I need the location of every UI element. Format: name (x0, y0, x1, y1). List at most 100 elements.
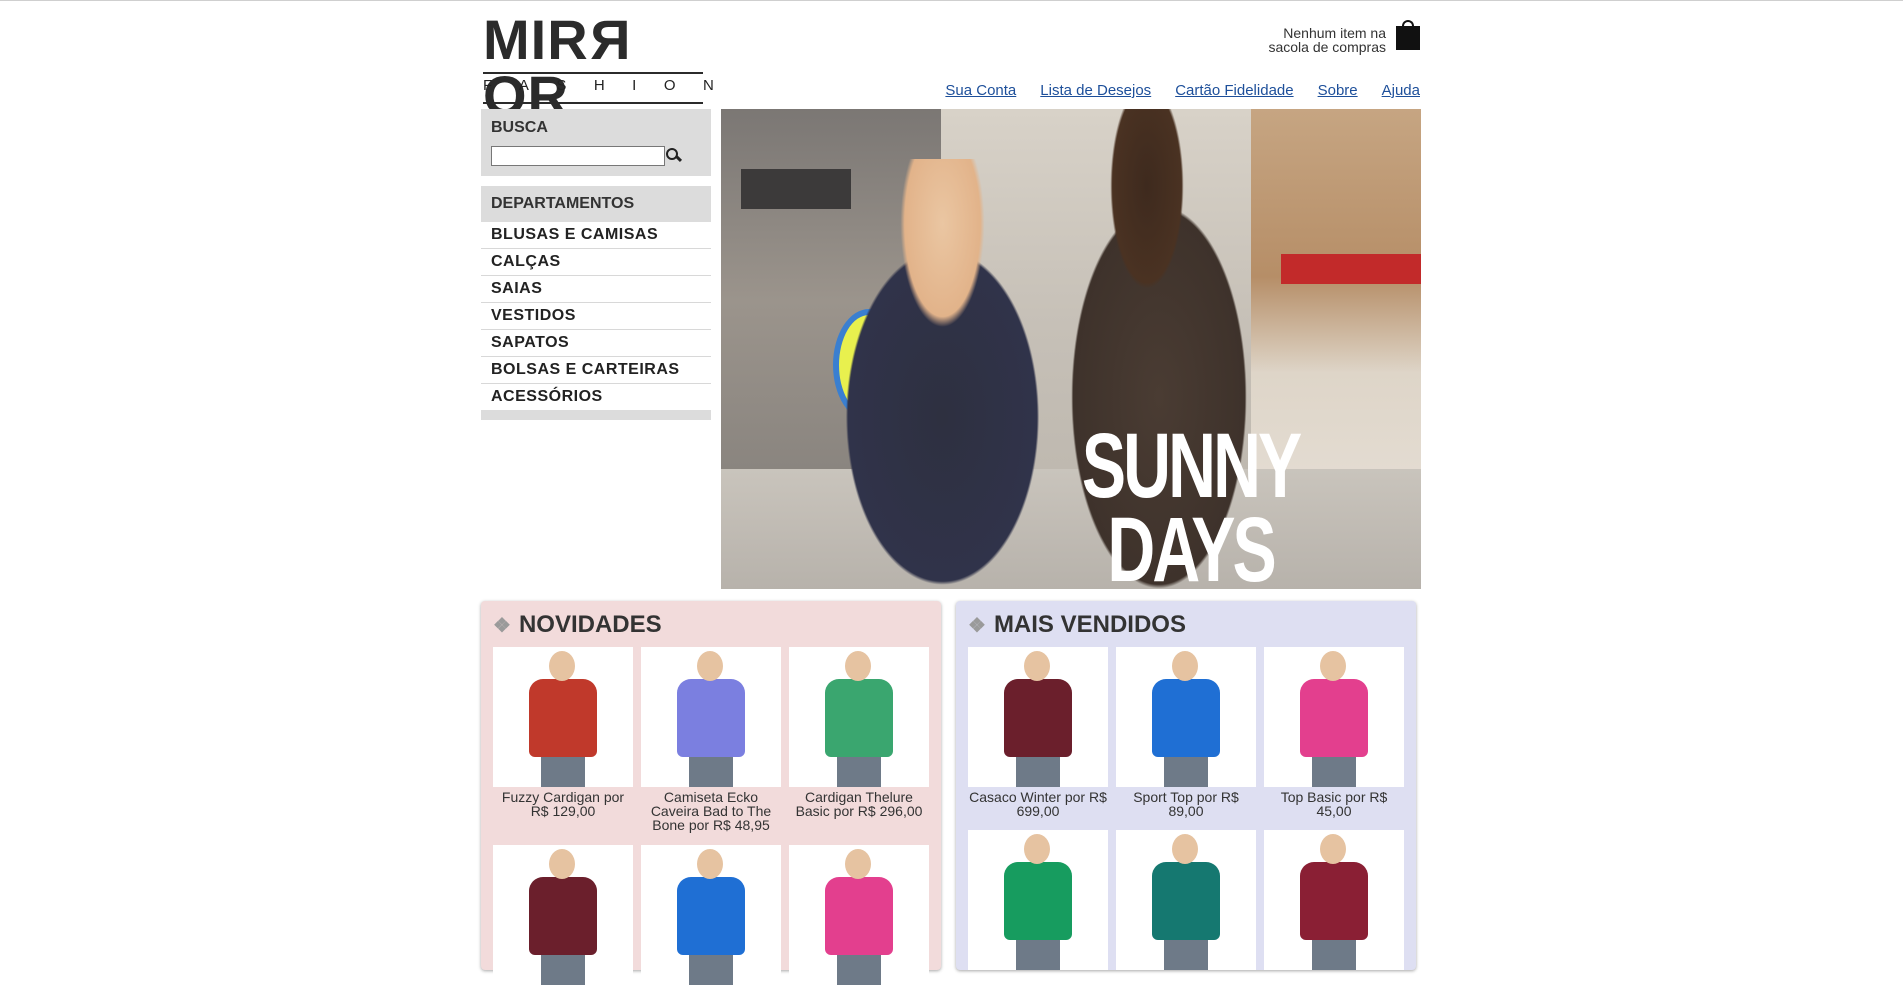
logo-divider (483, 72, 703, 74)
search-icon[interactable] (664, 145, 684, 167)
banner-headline-line-1: SUNNY (1081, 415, 1302, 517)
product-figure (641, 845, 781, 985)
product-card[interactable] (1264, 830, 1404, 970)
model-head (1172, 834, 1198, 864)
department-item-saias[interactable]: SAIAS (481, 276, 711, 303)
model-legs (1312, 755, 1356, 787)
product-figure (493, 845, 633, 985)
mais-vendidos-title: ❖ MAIS VENDIDOS (968, 611, 1186, 639)
model-head (549, 849, 575, 879)
model-head (697, 849, 723, 879)
nav-link-sobre[interactable]: Sobre (1318, 82, 1358, 99)
garment-shape (529, 679, 597, 757)
page-container: MIRROR FASHION Nenhum item na sacola de … (481, 0, 1422, 985)
product-card[interactable] (641, 845, 781, 985)
model-head (1172, 651, 1198, 681)
nav-link-ajuda[interactable]: Ajuda (1382, 82, 1420, 99)
model-legs (1164, 938, 1208, 970)
departments-menu: DEPARTAMENTOS BLUSAS E CAMISAS CALÇAS SA… (481, 186, 711, 420)
novidades-title-text: NOVIDADES (518, 611, 662, 638)
garment-shape (1152, 862, 1220, 940)
product-card[interactable]: Cardigan Thelure Basic por R$ 296,00 (789, 647, 929, 818)
garment-shape (1004, 679, 1072, 757)
product-card[interactable] (968, 830, 1108, 970)
product-image[interactable] (493, 647, 633, 787)
logo-sub-text: FASHION (483, 77, 742, 94)
model-head (845, 651, 871, 681)
model-head (1024, 651, 1050, 681)
product-figure (641, 647, 781, 787)
product-caption[interactable]: Fuzzy Cardigan por R$ 129,00 (493, 790, 633, 818)
product-image[interactable] (1264, 830, 1404, 970)
novidades-panel: ❖ NOVIDADES Fuzzy Cardigan por R$ 129,00… (481, 601, 941, 985)
garment-shape (1152, 679, 1220, 757)
product-card[interactable]: Top Basic por R$ 45,00 (1264, 647, 1404, 818)
novidades-title: ❖ NOVIDADES (493, 611, 662, 639)
nav-link-sua-conta[interactable]: Sua Conta (945, 82, 1016, 99)
bag-status-line-2: sacola de compras (1268, 39, 1386, 55)
model-head (549, 651, 575, 681)
department-item-acessorios[interactable]: ACESSÓRIOS (481, 384, 711, 410)
product-image[interactable] (1264, 647, 1404, 787)
mais-vendidos-panel: ❖ MAIS VENDIDOS Casaco Winter por R$ 699… (956, 601, 1416, 970)
model-head (1320, 651, 1346, 681)
model-legs (1016, 755, 1060, 787)
product-image[interactable] (789, 647, 929, 787)
model-legs (689, 953, 733, 985)
product-figure (1264, 830, 1404, 970)
department-item-calcas[interactable]: CALÇAS (481, 249, 711, 276)
model-legs (837, 755, 881, 787)
department-item-sapatos[interactable]: SAPATOS (481, 330, 711, 357)
bag-status-text: Nenhum item na sacola de compras (1268, 26, 1386, 54)
model-legs (689, 755, 733, 787)
nav-link-lista-de-desejos[interactable]: Lista de Desejos (1040, 82, 1151, 99)
product-image[interactable] (789, 845, 929, 985)
product-card[interactable]: Camiseta Ecko Caveira Bad to The Bone po… (641, 647, 781, 832)
product-caption[interactable]: Top Basic por R$ 45,00 (1264, 790, 1404, 818)
product-figure (1116, 647, 1256, 787)
product-figure (1264, 647, 1404, 787)
product-caption[interactable]: Casaco Winter por R$ 699,00 (968, 790, 1108, 818)
product-image[interactable] (968, 647, 1108, 787)
product-image[interactable] (968, 830, 1108, 970)
garment-shape (1300, 679, 1368, 757)
product-card[interactable] (493, 845, 633, 985)
hero-banner[interactable]: SUNNY DAYS (721, 109, 1421, 589)
search-box: BUSCA (481, 109, 711, 176)
product-image[interactable] (1116, 647, 1256, 787)
brand-logo[interactable]: MIRROR FASHION (483, 8, 742, 124)
shopping-bag-widget[interactable]: Nenhum item na sacola de compras (1268, 18, 1420, 54)
model-legs (1312, 938, 1356, 970)
model-head (1320, 834, 1346, 864)
departments-list: BLUSAS E CAMISAS CALÇAS SAIAS VESTIDOS S… (481, 222, 711, 410)
product-image[interactable] (1116, 830, 1256, 970)
product-caption[interactable]: Camiseta Ecko Caveira Bad to The Bone po… (641, 790, 781, 832)
departments-footer-bar (481, 410, 711, 420)
product-figure (1116, 830, 1256, 970)
garment-shape (825, 679, 893, 757)
product-image[interactable] (493, 845, 633, 985)
department-item-bolsas[interactable]: BOLSAS E CARTEIRAS (481, 357, 711, 384)
model-head (845, 849, 871, 879)
department-item-blusas[interactable]: BLUSAS E CAMISAS (481, 222, 711, 249)
product-caption[interactable]: Cardigan Thelure Basic por R$ 296,00 (789, 790, 929, 818)
diamond-icon: ❖ (493, 614, 511, 637)
nav-link-cartao-fidelidade[interactable]: Cartão Fidelidade (1175, 82, 1293, 99)
product-card[interactable]: Fuzzy Cardigan por R$ 129,00 (493, 647, 633, 818)
product-caption[interactable]: Sport Top por R$ 89,00 (1116, 790, 1256, 818)
product-card[interactable]: Casaco Winter por R$ 699,00 (968, 647, 1108, 818)
search-title: BUSCA (491, 119, 548, 136)
product-image[interactable] (641, 845, 781, 985)
shopping-bag-icon[interactable] (1396, 20, 1420, 50)
department-item-vestidos[interactable]: VESTIDOS (481, 303, 711, 330)
search-input[interactable] (491, 146, 665, 166)
garment-shape (677, 679, 745, 757)
product-image[interactable] (641, 647, 781, 787)
product-figure (493, 647, 633, 787)
product-card[interactable]: Sport Top por R$ 89,00 (1116, 647, 1256, 818)
bag-status-line-1: Nenhum item na (1283, 25, 1386, 41)
product-card[interactable] (789, 845, 929, 985)
model-legs (541, 755, 585, 787)
banner-shop-band (1281, 254, 1421, 284)
product-card[interactable] (1116, 830, 1256, 970)
